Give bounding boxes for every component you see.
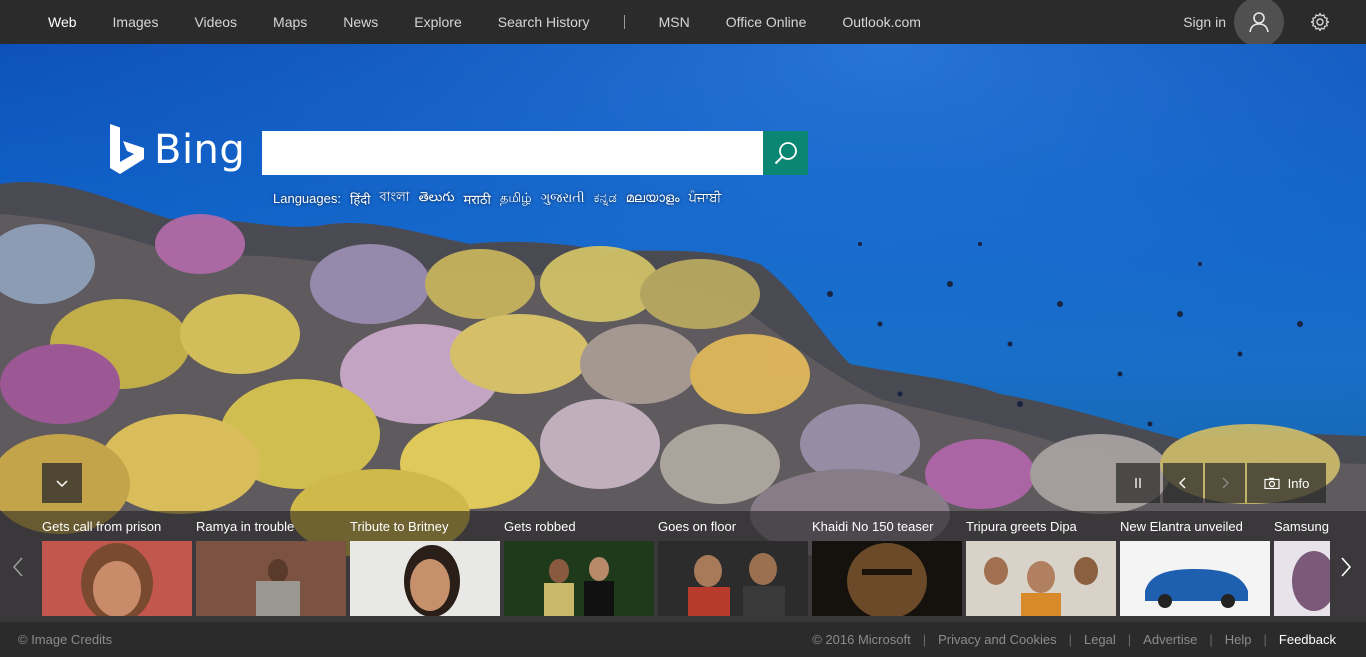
image-info-button[interactable]: Info — [1247, 463, 1326, 503]
news-title: New Elantra unveiled — [1120, 519, 1243, 534]
nav-videos[interactable]: Videos — [176, 0, 255, 44]
language-link-hindi[interactable]: हिंदी — [350, 190, 371, 208]
news-thumbnail — [504, 541, 654, 616]
news-item[interactable]: New Elantra unveiled — [1120, 511, 1270, 622]
settings-button[interactable] — [1298, 0, 1342, 44]
help-link[interactable]: Help — [1225, 632, 1252, 647]
info-label: Info — [1287, 475, 1310, 491]
languages-label: Languages: — [273, 191, 341, 206]
language-link-punjabi[interactable]: ਪੰਜਾਬੀ — [689, 191, 722, 206]
news-thumbnail — [812, 541, 962, 616]
bing-logo[interactable]: Bing — [108, 124, 245, 176]
nav-office-online[interactable]: Office Online — [708, 0, 825, 44]
chevron-right-icon — [1341, 556, 1352, 577]
news-item[interactable]: Goes on floor — [658, 511, 808, 622]
person-icon — [1249, 12, 1269, 33]
news-thumbnail — [196, 541, 346, 616]
sign-in-link[interactable]: Sign in — [1183, 14, 1226, 30]
news-title: Samsung — [1274, 519, 1329, 534]
image-credits-link[interactable]: © Image Credits — [18, 632, 112, 647]
news-title: Goes on floor — [658, 519, 737, 534]
top-navigation-bar: Web Images Videos Maps News Explore Sear… — [0, 0, 1366, 47]
news-thumbnail — [1120, 541, 1270, 616]
legal-link[interactable]: Legal — [1084, 632, 1116, 647]
news-item[interactable]: Samsung — [1274, 511, 1330, 622]
bing-wordmark: Bing — [154, 127, 246, 173]
news-thumbnail — [966, 541, 1116, 616]
news-carousel: Gets call from prison Ramya in trouble T… — [0, 511, 1366, 622]
gear-icon — [1310, 12, 1330, 32]
camera-icon — [1264, 477, 1280, 489]
news-item[interactable]: Ramya in trouble — [196, 511, 346, 622]
news-item[interactable]: Khaidi No 150 teaser — [812, 511, 962, 622]
language-link-tamil[interactable]: தமிழ் — [500, 191, 532, 207]
news-item[interactable]: Gets robbed — [504, 511, 654, 622]
news-thumbnail — [42, 541, 192, 616]
language-link-kannada[interactable]: ಕನ್ನಡ — [594, 191, 617, 206]
nav-images[interactable]: Images — [95, 0, 177, 44]
news-title: Khaidi No 150 teaser — [812, 519, 934, 534]
nav-divider — [623, 15, 625, 29]
chevron-right-icon — [1222, 477, 1229, 489]
avatar[interactable] — [1234, 0, 1284, 47]
nav-web[interactable]: Web — [30, 0, 95, 44]
nav-maps[interactable]: Maps — [255, 0, 325, 44]
search-input[interactable] — [262, 131, 763, 175]
pause-button[interactable] — [1116, 463, 1160, 503]
nav-msn[interactable]: MSN — [641, 0, 708, 44]
news-title: Ramya in trouble — [196, 519, 295, 534]
copyright-text: © 2016 Microsoft — [812, 632, 911, 647]
chevron-left-icon — [1179, 477, 1186, 489]
language-link-malayalam[interactable]: മലയാളം — [626, 191, 680, 206]
language-link-gujarati[interactable]: ગુજરાતી — [541, 191, 585, 206]
footer-links: © 2016 Microsoft | Privacy and Cookies |… — [812, 632, 1336, 647]
news-item[interactable]: Tribute to Britney — [350, 511, 500, 622]
news-thumbnail — [658, 541, 808, 616]
next-image-button[interactable] — [1205, 463, 1245, 503]
feedback-link[interactable]: Feedback — [1279, 632, 1336, 647]
language-link-telugu[interactable]: తెలుగు — [419, 190, 455, 208]
news-thumbnail — [1274, 541, 1330, 616]
news-item[interactable]: Gets call from prison — [42, 511, 192, 622]
chevron-down-icon — [56, 480, 68, 488]
languages-bar: Languages: हिंदी বাংলা తెలుగు मराठी தமிழ… — [273, 188, 721, 209]
nav-search-history[interactable]: Search History — [480, 0, 608, 44]
news-title: Tripura greets Dipa — [966, 519, 1077, 534]
bing-b-icon — [110, 124, 144, 174]
nav-explore[interactable]: Explore — [396, 0, 479, 44]
pause-icon — [1135, 478, 1141, 488]
previous-image-button[interactable] — [1163, 463, 1203, 503]
search-button[interactable] — [763, 131, 808, 175]
news-title: Gets call from prison — [42, 519, 162, 534]
advertise-link[interactable]: Advertise — [1143, 632, 1197, 647]
footer: © Image Credits © 2016 Microsoft | Priva… — [0, 622, 1366, 657]
search-box — [262, 131, 763, 175]
news-item[interactable]: Tripura greets Dipa — [966, 511, 1116, 622]
news-title: Tribute to Britney — [350, 519, 449, 534]
search-icon — [774, 142, 797, 165]
news-prev-button[interactable] — [0, 511, 36, 622]
news-thumbnail — [350, 541, 500, 616]
language-link-bangla[interactable]: বাংলা — [380, 188, 410, 209]
language-link-marathi[interactable]: मराठी — [463, 190, 490, 208]
news-next-button[interactable] — [1328, 511, 1364, 622]
news-title: Gets robbed — [504, 519, 576, 534]
account-area: Sign in — [1183, 0, 1366, 47]
nav-news[interactable]: News — [325, 0, 396, 44]
collapse-news-button[interactable] — [42, 463, 82, 503]
nav-outlook[interactable]: Outlook.com — [824, 0, 939, 44]
privacy-cookies-link[interactable]: Privacy and Cookies — [938, 632, 1057, 647]
chevron-left-icon — [12, 556, 23, 577]
scope-nav: Web Images Videos Maps News Explore Sear… — [0, 0, 939, 44]
